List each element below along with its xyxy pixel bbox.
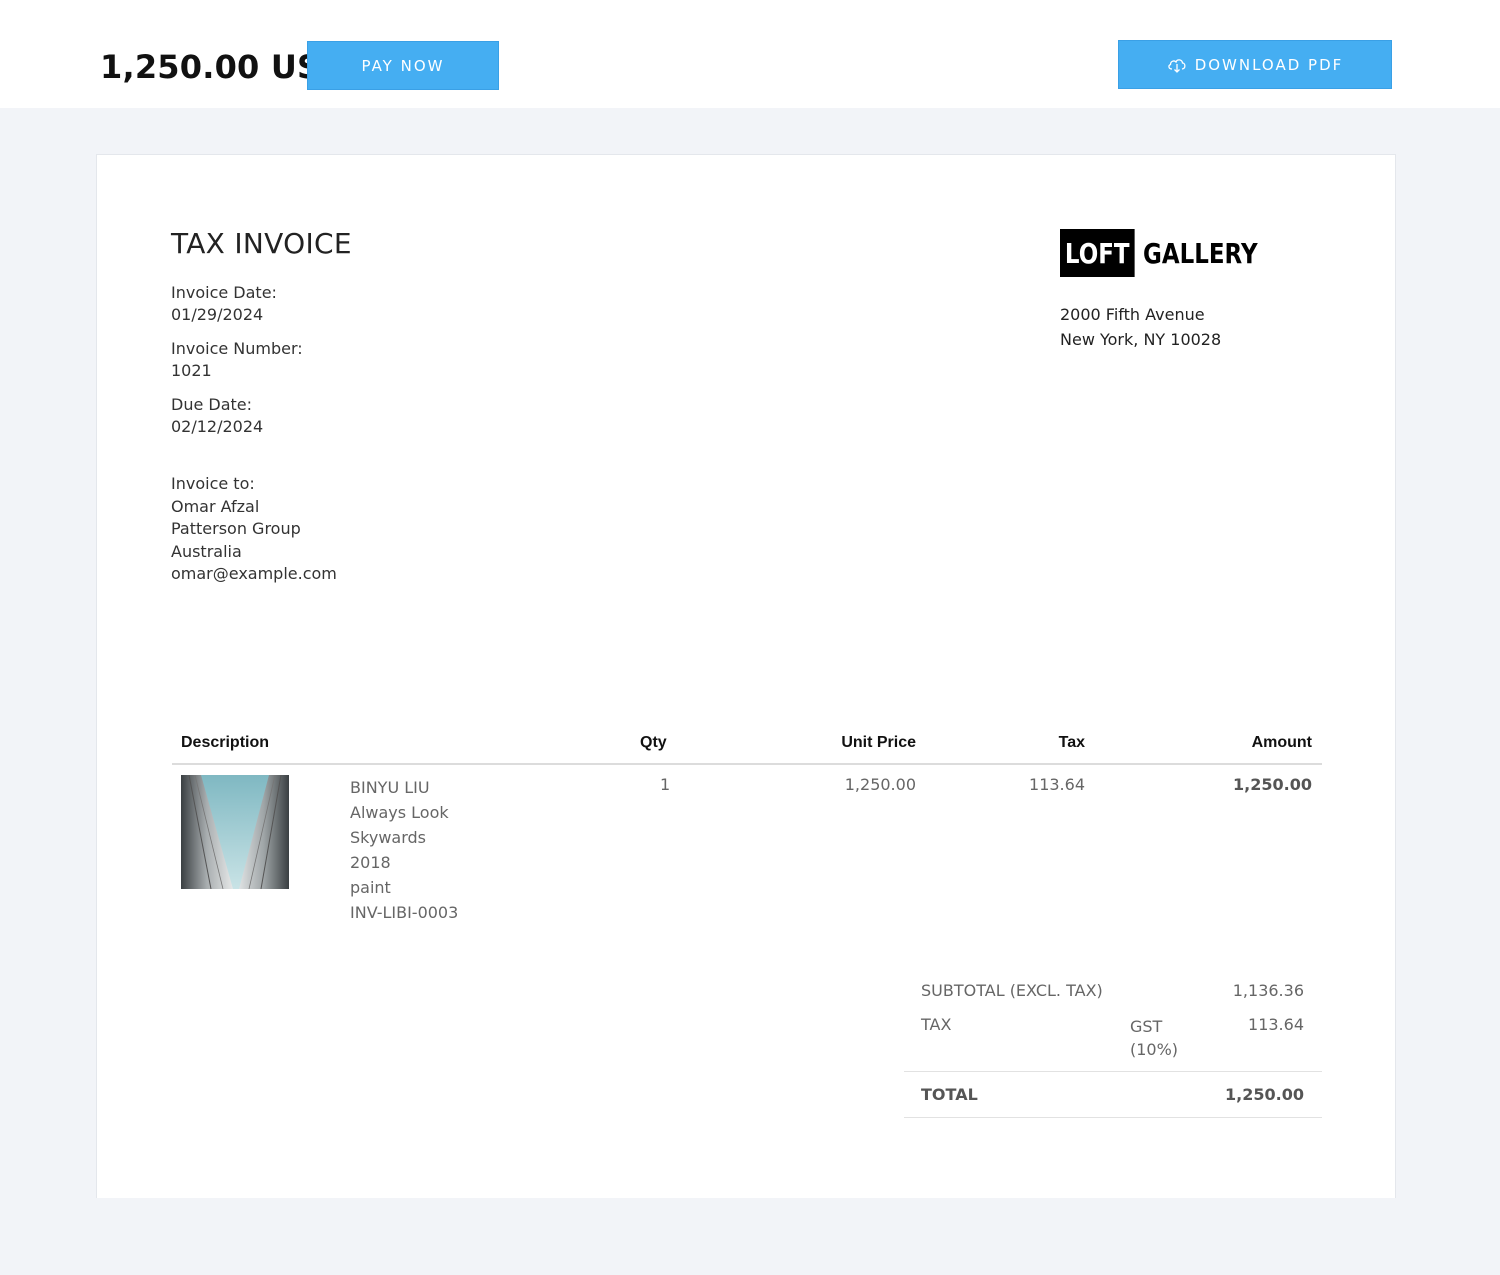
- invoice-date-label: Invoice Date:: [171, 283, 277, 302]
- invoice-to: Invoice to: Omar Afzal Patterson Group A…: [171, 473, 337, 586]
- top-bar: 1,250.00 USD PAY NOW DOWNLOAD PDF: [0, 0, 1500, 108]
- total-value: 1,250.00: [1225, 1085, 1304, 1104]
- artwork-thumbnail: [181, 775, 289, 889]
- subtotal-label: SUBTOTAL (EXCL. TAX): [921, 981, 1103, 1000]
- pay-now-button[interactable]: PAY NOW: [307, 41, 499, 90]
- col-header-tax: Tax: [1058, 734, 1085, 751]
- tax-type-rate: (10%): [1130, 1040, 1179, 1059]
- customer-country: Australia: [171, 541, 242, 561]
- invoice-date-value: 01/29/2024: [171, 305, 264, 324]
- item-code: INV-LIBI-0003: [350, 903, 459, 922]
- due-date-label: Due Date:: [171, 395, 253, 414]
- col-header-amount: Amount: [1251, 734, 1312, 751]
- logo-gallery: GALLERY: [1142, 236, 1258, 270]
- tax-type: GST (10%): [1130, 1015, 1178, 1061]
- item-unit-price: 1,250.00: [844, 775, 916, 794]
- company-address: 2000 Fifth Avenue New York, NY 10028: [1060, 302, 1221, 352]
- item-title-line-2: Skywards: [350, 828, 426, 847]
- item-title-line-1: Always Look: [350, 803, 449, 822]
- tax-value: 113.64: [1248, 1015, 1304, 1034]
- invoice-number: Invoice Number: 1021: [171, 338, 303, 382]
- item-artist: BINYU LIU: [350, 778, 430, 797]
- item-medium: paint: [350, 878, 391, 897]
- item-qty: 1: [660, 775, 671, 794]
- invoice-to-label: Invoice to:: [171, 474, 255, 493]
- invoice-date: Invoice Date: 01/29/2024: [171, 282, 277, 326]
- col-header-qty: Qty: [640, 734, 667, 751]
- address-line-1: 2000 Fifth Avenue: [1060, 305, 1205, 324]
- item-amount: 1,250.00: [1233, 775, 1312, 794]
- tax-label: TAX: [921, 1015, 952, 1034]
- header-divider: [172, 763, 1322, 765]
- col-header-description: Description: [181, 734, 270, 751]
- cloud-download-icon: [1168, 58, 1186, 73]
- item-year: 2018: [350, 853, 391, 872]
- due-date-value: 02/12/2024: [171, 417, 264, 436]
- customer-name: Omar Afzal: [171, 496, 260, 516]
- customer-email: omar@example.com: [171, 564, 337, 583]
- invoice-number-value: 1021: [171, 361, 212, 380]
- invoice-title: TAX INVOICE: [171, 227, 352, 260]
- address-line-2: New York, NY 10028: [1060, 330, 1222, 349]
- logo-loft: LOFT: [1060, 229, 1135, 277]
- invoice-number-label: Invoice Number:: [171, 339, 303, 358]
- summary-divider-bottom: [904, 1117, 1322, 1118]
- total-label: TOTAL: [921, 1085, 978, 1104]
- item-tax: 113.64: [1029, 775, 1085, 794]
- subtotal-value: 1,136.36: [1232, 981, 1304, 1000]
- col-header-unit-price: Unit Price: [841, 734, 916, 751]
- download-pdf-button[interactable]: DOWNLOAD PDF: [1118, 40, 1392, 89]
- customer-company: Patterson Group: [171, 519, 301, 538]
- invoice-card: TAX INVOICE Invoice Date: 01/29/2024 Inv…: [96, 154, 1396, 1198]
- tax-type-name: GST: [1130, 1017, 1163, 1036]
- due-date: Due Date: 02/12/2024: [171, 394, 263, 438]
- item-description: BINYU LIU Always Look Skywards 2018 pain…: [350, 775, 458, 925]
- download-pdf-label: DOWNLOAD PDF: [1194, 55, 1344, 74]
- summary-divider-top: [904, 1071, 1322, 1072]
- company-logo: LOFT GALLERY: [1060, 229, 1283, 277]
